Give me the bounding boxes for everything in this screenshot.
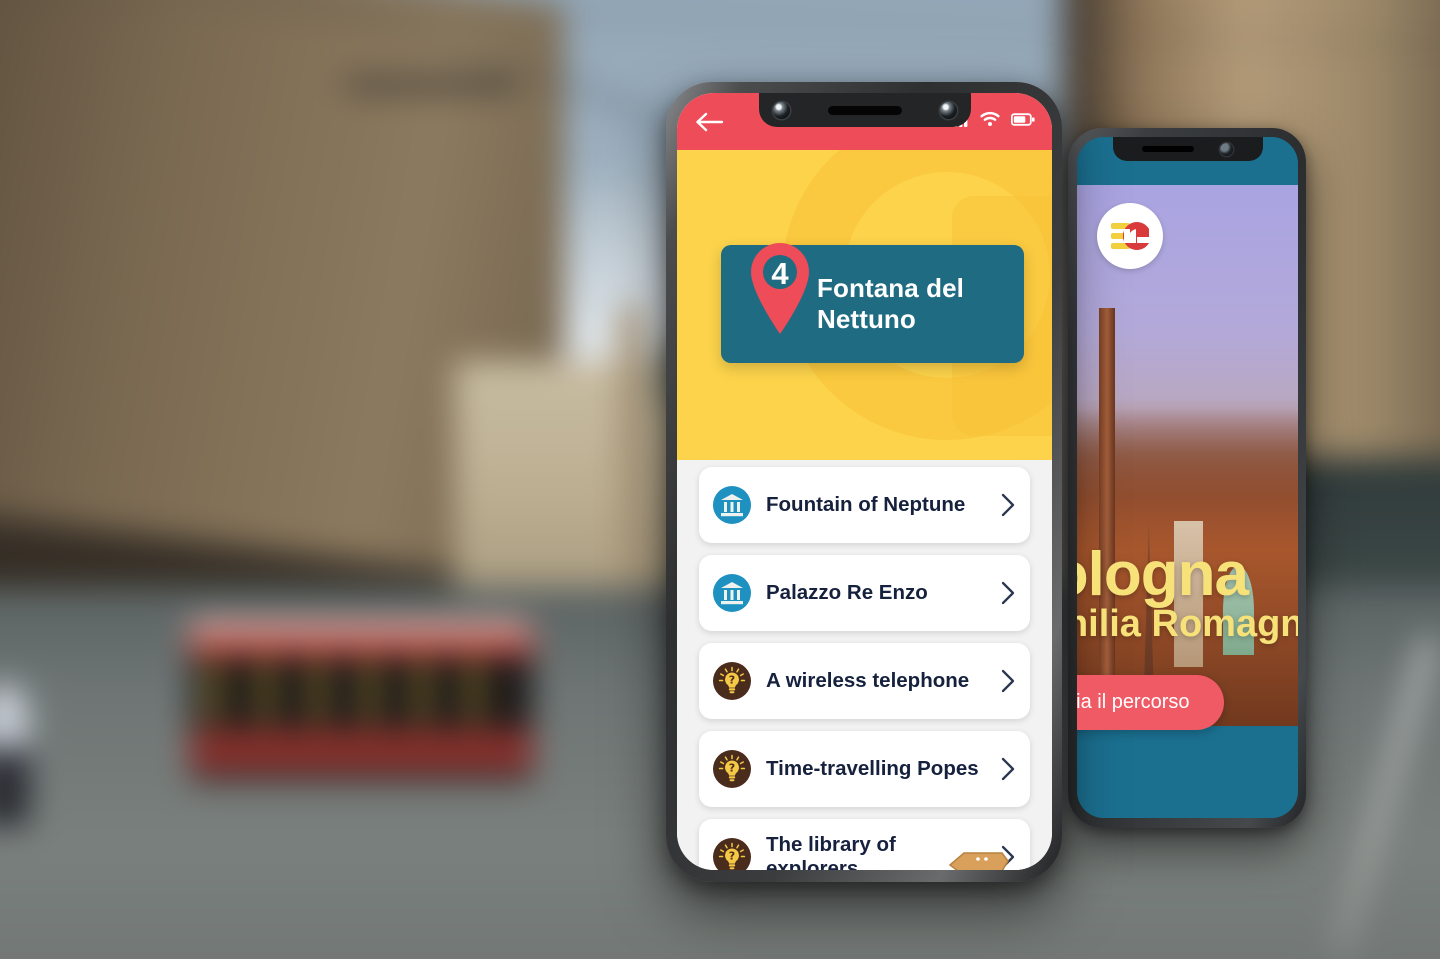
svg-text:?: ? bbox=[729, 674, 735, 687]
poi-title: Fontana del Nettuno bbox=[817, 273, 964, 334]
background-pedestrian bbox=[0, 684, 29, 825]
chevron-right-icon[interactable] bbox=[1000, 492, 1016, 518]
museum-icon bbox=[713, 574, 751, 612]
background-overhead-lamp bbox=[345, 80, 518, 91]
list-item[interactable]: Palazzo Re Enzo bbox=[699, 555, 1030, 631]
phone-right-subtitle: Emilia Romagna bbox=[1077, 603, 1298, 645]
lightbulb-question-icon: ? bbox=[713, 750, 751, 788]
phone-right-screen: Bologna Emilia Romagna Inizia il percors… bbox=[1077, 137, 1298, 818]
battery-icon bbox=[1010, 112, 1035, 131]
emilia-romagna-logo bbox=[1097, 203, 1163, 269]
phone-right-hero-photo bbox=[1077, 185, 1298, 745]
phone-right-title: Bologna bbox=[1077, 540, 1249, 609]
list-item[interactable]: Fountain of Neptune bbox=[699, 467, 1030, 543]
phone-device-front: 4 Fontana del Nettuno Fountain of Neptun… bbox=[666, 82, 1062, 882]
proximity-sensor-icon bbox=[939, 101, 957, 119]
phone-device-right: Bologna Emilia Romagna Inizia il percors… bbox=[1068, 128, 1306, 828]
front-camera-icon bbox=[772, 101, 790, 119]
start-route-button[interactable]: Inizia il percorso bbox=[1077, 675, 1224, 730]
list-item[interactable]: ? A wireless telephone bbox=[699, 643, 1030, 719]
phone-right-notch bbox=[1112, 137, 1263, 161]
front-camera-icon bbox=[1220, 142, 1233, 156]
chevron-right-icon[interactable] bbox=[1000, 756, 1016, 782]
lightbulb-question-icon: ? bbox=[713, 662, 751, 700]
current-poi-card[interactable]: 4 Fontana del Nettuno bbox=[721, 243, 1024, 363]
phone-right-bottom-band bbox=[1077, 726, 1298, 818]
museum-icon bbox=[713, 486, 751, 524]
earpiece-speaker-icon bbox=[827, 105, 902, 115]
back-button[interactable] bbox=[694, 111, 724, 133]
list-item-label: Fountain of Neptune bbox=[766, 492, 966, 516]
poi-list: Fountain of Neptune Palazzo Re Enzo ? A … bbox=[677, 460, 1052, 870]
svg-text:?: ? bbox=[729, 850, 735, 863]
phone-front-screen: 4 Fontana del Nettuno Fountain of Neptun… bbox=[677, 93, 1052, 870]
lightbulb-question-icon: ? bbox=[713, 838, 751, 870]
wifi-icon bbox=[980, 111, 1000, 132]
list-item[interactable]: ? Time-travelling Popes bbox=[699, 731, 1030, 807]
list-item-label: Palazzo Re Enzo bbox=[766, 580, 928, 604]
list-item-label: A wireless telephone bbox=[766, 668, 970, 692]
earpiece-speaker-icon bbox=[1142, 146, 1194, 152]
chevron-right-icon[interactable] bbox=[1000, 668, 1016, 694]
poi-pin-number: 4 bbox=[771, 256, 789, 291]
background-tram bbox=[189, 619, 533, 782]
svg-text:?: ? bbox=[729, 762, 735, 775]
chevron-right-icon[interactable] bbox=[1000, 580, 1016, 606]
partially-visible-illustration bbox=[948, 849, 1010, 870]
list-item-label: Time-travelling Popes bbox=[766, 756, 979, 780]
phone-front-notch bbox=[758, 93, 971, 127]
hero-section: 4 Fontana del Nettuno bbox=[677, 150, 1052, 460]
map-pin-icon: 4 bbox=[747, 239, 813, 335]
